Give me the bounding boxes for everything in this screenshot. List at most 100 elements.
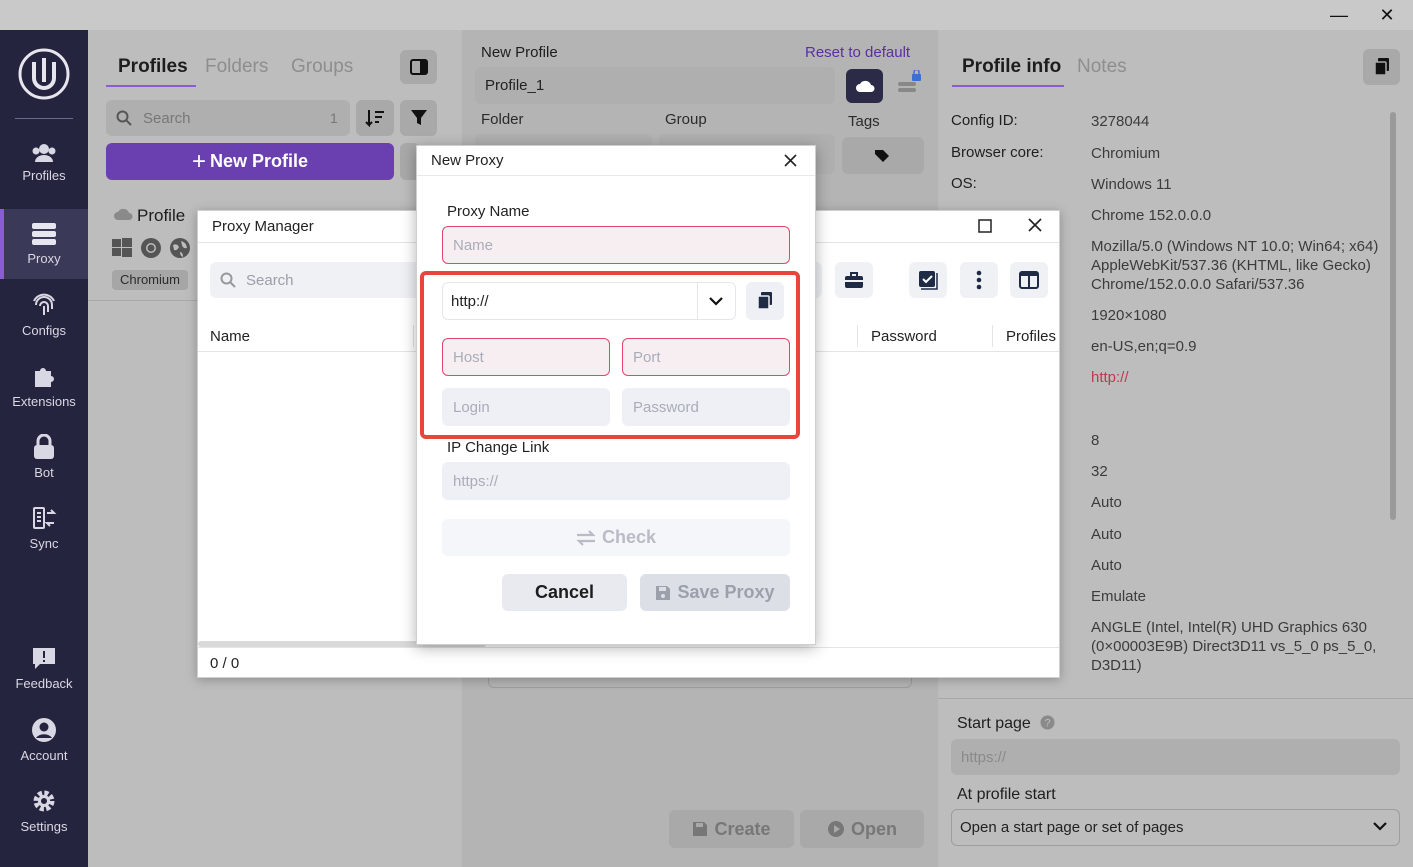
sidebar-toggle-icon — [409, 59, 428, 75]
sidebar-label: Sync — [29, 536, 59, 551]
globe-icon — [169, 237, 191, 259]
sync-icon — [31, 505, 57, 531]
more-options-button[interactable] — [960, 262, 998, 298]
sidebar-item-account[interactable]: Account — [0, 705, 88, 775]
svg-text:?: ? — [1044, 718, 1050, 730]
puzzle-icon — [31, 363, 57, 389]
tab-profile-info[interactable]: Profile info — [962, 56, 1061, 78]
sidebar-item-sync[interactable]: Sync — [0, 493, 88, 563]
sidebar-divider — [15, 118, 73, 119]
search-placeholder: Search — [246, 272, 294, 289]
column-name[interactable]: Name — [210, 328, 250, 345]
cloud-storage-button[interactable] — [846, 69, 883, 103]
tab-groups[interactable]: Groups — [291, 56, 353, 78]
search-icon — [220, 272, 236, 288]
cancel-button[interactable]: Cancel — [502, 574, 627, 611]
account-icon — [31, 717, 57, 743]
fingerprint-icon — [31, 292, 57, 318]
user-agent-value: Mozilla/5.0 (Windows NT 10.0; Win64; x64… — [1091, 238, 1379, 293]
tags-label: Tags — [848, 113, 880, 130]
ip-change-link-input[interactable]: https:// — [442, 462, 790, 500]
chevron-down-icon — [1373, 821, 1387, 831]
close-window-button[interactable]: ✕ — [1372, 0, 1402, 30]
webgl-value: ANGLE (Intel, Intel(R) UHD Graphics 630 … — [1091, 619, 1377, 674]
open-button[interactable]: Open — [800, 810, 924, 848]
info-scrollbar[interactable] — [1390, 112, 1396, 520]
info-value: Chrome 152.0.0.0 — [1091, 207, 1212, 224]
sort-button[interactable] — [356, 100, 394, 136]
start-page-input[interactable]: https:// — [951, 739, 1400, 775]
search-icon — [116, 110, 132, 126]
info-divider — [938, 698, 1413, 699]
profile-name[interactable]: Profile — [137, 206, 185, 226]
profile-search-input[interactable]: Search 1 — [106, 100, 350, 136]
sidebar-item-extensions[interactable]: Extensions — [0, 351, 88, 421]
minimize-button[interactable]: — — [1324, 0, 1354, 30]
tab-underline — [952, 85, 1064, 87]
sidebar-label: Extensions — [12, 394, 76, 409]
briefcase-button[interactable] — [835, 262, 873, 298]
panel-title: New Profile — [481, 44, 558, 61]
at-profile-start-label: At profile start — [957, 786, 1056, 803]
column-password[interactable]: Password — [871, 328, 937, 345]
search-count: 1 — [330, 110, 338, 126]
info-value: 3278044 — [1091, 113, 1150, 130]
chrome-icon — [140, 237, 162, 259]
reset-to-default-link[interactable]: Reset to default — [805, 44, 910, 61]
feedback-icon — [31, 645, 57, 671]
new-profile-button[interactable]: + New Profile — [106, 143, 394, 180]
sidebar-item-settings[interactable]: Settings — [0, 776, 88, 846]
tab-profiles[interactable]: Profiles — [118, 56, 188, 78]
tab-folders[interactable]: Folders — [205, 56, 268, 78]
sidebar-item-feedback[interactable]: Feedback — [0, 633, 88, 703]
sort-icon — [365, 109, 385, 127]
info-value: Chromium — [1091, 145, 1161, 162]
check-proxy-button[interactable]: Check — [442, 519, 790, 556]
sidebar-item-profiles[interactable]: Profiles — [0, 128, 88, 198]
proxy-search-input[interactable]: Search — [210, 262, 420, 298]
create-button[interactable]: Create — [669, 810, 794, 848]
tags-button[interactable] — [842, 137, 924, 174]
sidebar-label: Settings — [20, 819, 68, 834]
sidebar-label: Feedback — [15, 676, 73, 691]
column-separator[interactable] — [857, 325, 858, 347]
sidebar-item-bot[interactable]: Bot — [0, 422, 88, 492]
save-icon — [655, 585, 671, 601]
search-placeholder: Search — [143, 110, 191, 127]
close-icon[interactable] — [1028, 218, 1042, 232]
save-proxy-button[interactable]: Save Proxy — [640, 574, 790, 611]
select-all-button[interactable] — [909, 262, 947, 298]
info-value: Emulate — [1091, 588, 1147, 605]
group-label: Group — [665, 111, 707, 128]
proxy-name-label: Proxy Name — [447, 203, 530, 220]
gear-icon — [31, 788, 57, 814]
proxy-name-input[interactable]: Name — [442, 226, 790, 264]
windows-icon — [112, 238, 132, 258]
maximize-icon[interactable] — [978, 219, 992, 233]
copy-info-button[interactable] — [1363, 49, 1400, 85]
tags-icon — [874, 149, 892, 163]
dialog-titlebar: New Proxy — [417, 146, 815, 176]
panel-toggle-button[interactable] — [400, 50, 437, 84]
tab-notes[interactable]: Notes — [1077, 56, 1127, 78]
sidebar-item-proxy[interactable]: Proxy — [0, 209, 88, 279]
sidebar-item-configs[interactable]: Configs — [0, 280, 88, 350]
info-value: Auto — [1091, 557, 1122, 574]
close-icon[interactable] — [784, 154, 797, 167]
cloud-icon — [113, 207, 133, 221]
help-icon[interactable]: ? — [1040, 715, 1055, 730]
create-label: Create — [714, 818, 771, 839]
column-profiles[interactable]: Profiles — [1006, 328, 1056, 345]
server-icon — [31, 222, 57, 246]
kebab-menu-icon — [976, 270, 982, 290]
checklist-icon — [918, 270, 938, 290]
save-icon — [692, 821, 708, 837]
columns-button[interactable] — [1010, 262, 1048, 298]
profile-name-input[interactable]: Profile_1 — [475, 67, 835, 104]
at-profile-start-select[interactable]: Open a start page or set of pages — [951, 809, 1400, 846]
filter-button[interactable] — [400, 100, 437, 136]
local-storage-lock-icon[interactable] — [896, 70, 924, 96]
column-separator[interactable] — [413, 325, 414, 347]
filter-icon — [410, 109, 428, 127]
column-separator[interactable] — [992, 325, 993, 347]
